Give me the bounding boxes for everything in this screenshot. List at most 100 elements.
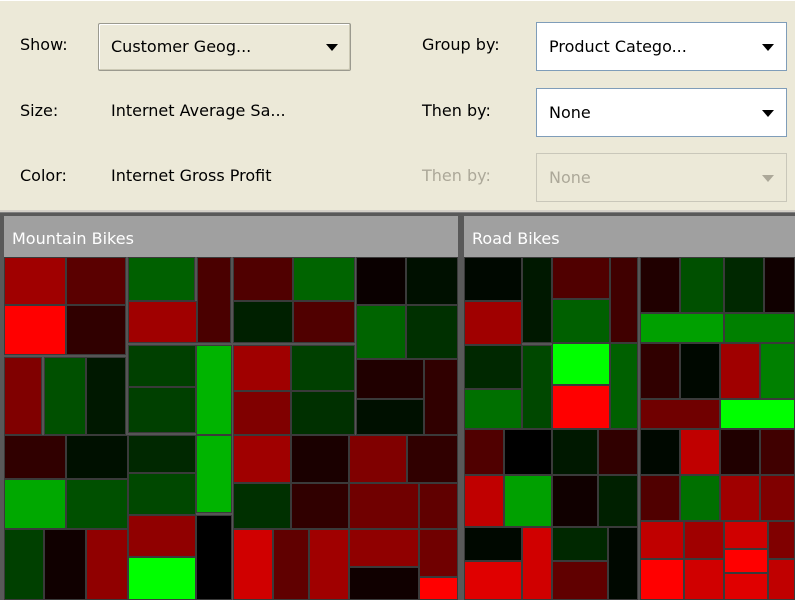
treemap-tile[interactable] — [356, 359, 424, 399]
treemap-tile[interactable] — [464, 475, 504, 527]
treemap-tile[interactable] — [233, 529, 273, 600]
treemap-tile[interactable] — [66, 305, 126, 355]
treemap-tile[interactable] — [720, 399, 795, 429]
treemap-tile[interactable] — [4, 257, 66, 305]
treemap-tile[interactable] — [356, 305, 406, 359]
treemap-tile[interactable] — [233, 435, 291, 483]
treemap-tile[interactable] — [760, 343, 795, 399]
treemap-tile[interactable] — [552, 475, 598, 527]
treemap-tile[interactable] — [552, 299, 610, 343]
treemap-tile[interactable] — [196, 435, 232, 513]
treemap-tile[interactable] — [291, 483, 349, 529]
treemap-tile[interactable] — [680, 429, 720, 475]
treemap-tile[interactable] — [419, 483, 458, 529]
treemap-tile[interactable] — [4, 479, 66, 529]
treemap-tile[interactable] — [356, 257, 406, 305]
treemap-tile[interactable] — [407, 435, 458, 483]
treemap-tile[interactable] — [464, 389, 522, 429]
treemap-tile[interactable] — [66, 257, 126, 305]
treemap-tile[interactable] — [760, 475, 795, 521]
treemap-tile[interactable] — [640, 429, 680, 475]
treemap-tile[interactable] — [196, 345, 232, 435]
group-header-road-bikes[interactable]: Road Bikes — [464, 216, 795, 257]
treemap-tile[interactable] — [86, 357, 126, 435]
treemap-tile[interactable] — [764, 257, 795, 313]
group-by-dropdown[interactable]: Product Catego... — [536, 22, 787, 71]
treemap-tile[interactable] — [680, 475, 720, 521]
treemap-tile[interactable] — [640, 343, 680, 399]
treemap-tile[interactable] — [197, 257, 231, 343]
treemap-tile[interactable] — [768, 521, 795, 559]
treemap-tile[interactable] — [552, 257, 610, 299]
treemap-tile[interactable] — [640, 313, 724, 343]
treemap-tile[interactable] — [44, 357, 86, 435]
treemap-tile[interactable] — [720, 429, 760, 475]
panel-splitter[interactable] — [0, 210, 795, 213]
treemap-tile[interactable] — [66, 435, 128, 479]
treemap-tile[interactable] — [552, 527, 608, 561]
treemap-tile[interactable] — [724, 549, 768, 573]
treemap-tile[interactable] — [464, 561, 522, 600]
treemap-tile[interactable] — [128, 257, 195, 301]
treemap-tile[interactable] — [464, 257, 522, 301]
treemap-tile[interactable] — [349, 567, 419, 600]
treemap-tile[interactable] — [273, 529, 309, 600]
treemap-tile[interactable] — [760, 429, 795, 475]
treemap-tile[interactable] — [464, 527, 522, 561]
group-header-mountain-bikes[interactable]: Mountain Bikes — [4, 216, 458, 257]
treemap-tile[interactable] — [406, 305, 458, 359]
treemap-tile[interactable] — [4, 357, 42, 435]
treemap-tile[interactable] — [291, 435, 349, 483]
treemap-tile[interactable] — [680, 343, 720, 399]
treemap-tile[interactable] — [598, 429, 638, 475]
treemap-tile[interactable] — [720, 475, 760, 521]
treemap-tile[interactable] — [522, 257, 552, 343]
treemap-tile[interactable] — [128, 473, 196, 515]
show-dropdown[interactable]: Customer Geog... — [98, 23, 351, 71]
treemap-tile[interactable] — [86, 529, 128, 600]
treemap-tile[interactable] — [419, 529, 458, 577]
treemap-tile[interactable] — [309, 529, 349, 600]
treemap-tile[interactable] — [640, 559, 684, 600]
treemap-tile[interactable] — [680, 257, 724, 313]
treemap-tile[interactable] — [724, 313, 795, 343]
treemap-tile[interactable] — [504, 475, 552, 527]
treemap-tile[interactable] — [464, 345, 522, 389]
treemap-tile[interactable] — [291, 345, 355, 391]
treemap-tile[interactable] — [552, 429, 598, 475]
treemap-tile[interactable] — [128, 387, 196, 433]
treemap-tile[interactable] — [768, 559, 795, 600]
treemap-tile[interactable] — [720, 343, 760, 399]
treemap-tile[interactable] — [640, 257, 680, 313]
treemap-tile[interactable] — [552, 385, 610, 429]
treemap-tile[interactable] — [356, 399, 424, 435]
treemap-tile[interactable] — [128, 557, 196, 600]
treemap-tile[interactable] — [464, 301, 522, 345]
treemap-tile[interactable] — [128, 345, 196, 387]
treemap-tile[interactable] — [552, 343, 610, 385]
treemap-tile[interactable] — [610, 343, 638, 429]
treemap-tile[interactable] — [640, 399, 720, 429]
treemap-tile[interactable] — [44, 529, 86, 600]
treemap-tile[interactable] — [610, 257, 638, 343]
treemap-tile[interactable] — [522, 527, 552, 600]
treemap-tile[interactable] — [684, 521, 724, 559]
then-by-dropdown[interactable]: None — [536, 88, 787, 137]
treemap-tile[interactable] — [291, 391, 355, 435]
treemap-tile[interactable] — [4, 529, 44, 600]
treemap-tile[interactable] — [128, 515, 196, 557]
treemap-tile[interactable] — [233, 301, 293, 343]
treemap-tile[interactable] — [419, 577, 458, 600]
treemap-tile[interactable] — [233, 257, 293, 301]
treemap-tile[interactable] — [4, 435, 66, 479]
treemap-tile[interactable] — [4, 305, 66, 355]
treemap-tile[interactable] — [349, 435, 407, 483]
treemap-tile[interactable] — [598, 475, 638, 527]
treemap-tile[interactable] — [522, 345, 552, 429]
treemap-tile[interactable] — [406, 257, 458, 305]
treemap-tile[interactable] — [66, 479, 128, 529]
treemap-tile[interactable] — [128, 301, 197, 343]
treemap-tile[interactable] — [724, 573, 768, 600]
treemap-tile[interactable] — [640, 521, 684, 559]
treemap-tile[interactable] — [196, 515, 232, 600]
